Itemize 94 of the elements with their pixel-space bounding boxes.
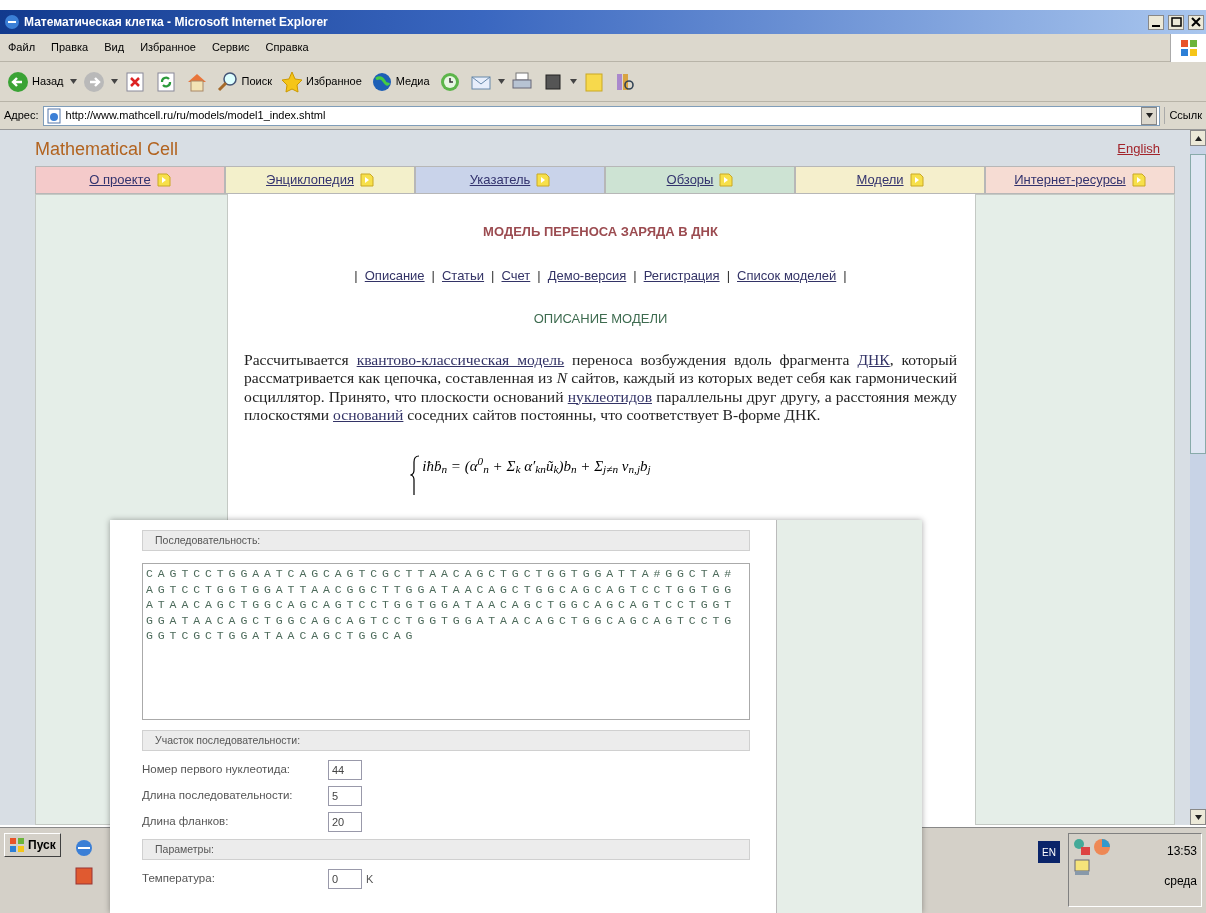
article-title: МОДЕЛЬ ПЕРЕНОСА ЗАРЯДА В ДНК	[483, 223, 718, 241]
separator: |	[537, 266, 541, 285]
favorites-button[interactable]: Избранное	[278, 68, 365, 95]
field-label: Номер первого нуклеотида:	[142, 762, 292, 778]
text-link[interactable]: квантово-классическая модель	[356, 350, 565, 368]
menu-item[interactable]: Файл	[0, 39, 44, 56]
scrollbar[interactable]	[1190, 130, 1206, 825]
browser-logo-icon	[4, 14, 20, 30]
maximize-icon	[1170, 16, 1182, 28]
media-button[interactable]: Медиа	[367, 68, 433, 95]
text-link[interactable]: ДНК	[857, 350, 890, 368]
minimize-icon	[1152, 25, 1160, 27]
network-icon	[1073, 838, 1091, 856]
note-icon	[536, 173, 551, 187]
dropdown-button[interactable]	[1141, 106, 1158, 125]
pie-icon	[1093, 838, 1111, 856]
cross-icon	[123, 70, 146, 93]
unit-label: K	[366, 871, 374, 887]
up-arrow-icon	[1194, 135, 1202, 141]
clock-icon	[438, 70, 461, 93]
down-arrow-icon	[1194, 814, 1202, 820]
menu-item[interactable]: Сервис	[203, 39, 258, 56]
language-indicator[interactable]: EN	[1038, 841, 1060, 863]
description-paragraph: Рассчитывается квантово-классическая модель переноса возбуждения вдоль фрагмента ДНК, который рассматривается как цепочка, составленная из N сайтов, каждый из которых ведет себя как гармонический осциллятор. Принято, что плоскости оснований нуклеотидов параллельны друг другу, а расстояния между плоскостями оснований соседних сайтов постоянны, что соответствует B-форме ДНК.	[244, 350, 957, 425]
menu-item[interactable]: Избранное	[132, 39, 204, 56]
menu-item[interactable]: Правка	[43, 39, 97, 56]
scroll-down-button[interactable]	[1190, 809, 1206, 825]
flag-icon	[1178, 37, 1199, 58]
separator: |	[491, 266, 495, 285]
field-label: Длина последовательности:	[142, 788, 294, 804]
text-link[interactable]: нуклеотидов	[567, 387, 652, 405]
menu-item[interactable]: Вид	[96, 39, 133, 56]
nav-tab[interactable]: Модели	[795, 166, 985, 194]
separator: |	[431, 266, 435, 285]
clock-time: 13:53	[1166, 843, 1197, 860]
back-button[interactable]: Назад	[4, 68, 67, 95]
language-link[interactable]: English	[1117, 139, 1160, 159]
separator: |	[843, 266, 847, 285]
links-button[interactable]: Ссылк	[1164, 107, 1206, 124]
input-field[interactable]: 5	[328, 786, 362, 806]
section-header: Параметры:	[142, 839, 750, 860]
sequence-field[interactable]: CAGTCCTGGAATCAGCAGTCGCTTAACAGCTGCTGGTGGATTA#GGCTA# AGTCCTGGTGGATTAACGGCTTGGATAACAGCTGGCAGCAGTCCTGGTGG ATAACAGCTGGCAGCAGTCCTGGTGGATAACAGCTGGCAGCAGTCCTGGT GGATAACAGCTGGCAGCAGTCCTGGTGGATAACAGCTGGCAGCAGTCCTG GGTCGCTGGATAACAGCTGGCAG	[142, 563, 750, 720]
note-icon	[1131, 173, 1146, 187]
brace-mark	[410, 454, 421, 495]
refresh-icon	[154, 70, 177, 93]
note-icon	[909, 173, 924, 187]
input-field[interactable]: 20	[328, 812, 362, 832]
monitor-icon	[1073, 858, 1091, 876]
text-link[interactable]: оснований	[333, 406, 404, 423]
page-icon	[45, 107, 62, 124]
field-label: Температура:	[142, 871, 216, 887]
formula: iħḃ$_{n}$ = (α$^{0}$$_{n}$ + Σ$_{k}$ α′$_{kn}$ũ$_{k}$)b$_{n}$ + Σ$_{j≠n}$ ν$_{n,j}$b$_{j}$	[422, 454, 651, 477]
note-icon	[582, 70, 605, 93]
close-icon	[1190, 16, 1202, 28]
square-icon	[74, 867, 93, 885]
section-link[interactable]: Список моделей	[737, 265, 837, 285]
section-link[interactable]: Демо-версия	[547, 265, 627, 285]
input-field[interactable]: 0	[328, 869, 362, 889]
note-icon	[719, 173, 734, 187]
nav-tab[interactable]: О проекте	[35, 166, 225, 194]
search-button[interactable]: Поиск	[213, 68, 275, 95]
nav-tab[interactable]: Обзоры	[605, 166, 795, 194]
nav-tab[interactable]: Энциклопедия	[225, 166, 415, 194]
close-button[interactable]	[1188, 14, 1204, 30]
address-field[interactable]: http://www.mathcell.ru/ru/models/model1_index.shtml	[42, 105, 1161, 126]
caret-icon	[1145, 113, 1153, 118]
section-link[interactable]: Счет	[501, 265, 531, 285]
section-link[interactable]: Статьи	[441, 265, 485, 285]
star-icon	[281, 70, 303, 93]
search-icon	[216, 70, 239, 93]
maximize-button[interactable]	[1168, 14, 1184, 30]
section-link[interactable]: Описание	[364, 265, 425, 285]
separator: |	[633, 266, 637, 285]
note-icon	[359, 173, 374, 187]
section-header: Последовательность:	[142, 530, 750, 551]
separator: |	[354, 266, 358, 285]
section-link[interactable]: Регистрация	[643, 265, 720, 285]
separator: |	[726, 266, 730, 285]
window-title: Математическая клетка - Microsoft Internet Explorer	[24, 14, 329, 31]
menu-item[interactable]: Справка	[257, 39, 317, 56]
section-heading: ОПИСАНИЕ МОДЕЛИ	[533, 310, 668, 328]
clock-day: среда	[1164, 872, 1197, 890]
nav-tab[interactable]: Интернет-ресурсы	[985, 166, 1175, 194]
field-label: Длина фланков:	[142, 814, 230, 830]
start-button[interactable]: Пуск	[4, 833, 61, 857]
nav-tab[interactable]: Указатель	[415, 166, 605, 194]
flag-icon	[9, 837, 25, 853]
note-icon	[156, 173, 171, 187]
site-logo: Mathematical Cell	[35, 137, 179, 161]
input-field[interactable]: 44	[328, 760, 362, 780]
section-header: Участок последовательности:	[142, 730, 750, 751]
minimize-button[interactable]	[1148, 14, 1164, 30]
scroll-up-button[interactable]	[1190, 130, 1206, 146]
address-label: Адрес:	[4, 108, 39, 124]
